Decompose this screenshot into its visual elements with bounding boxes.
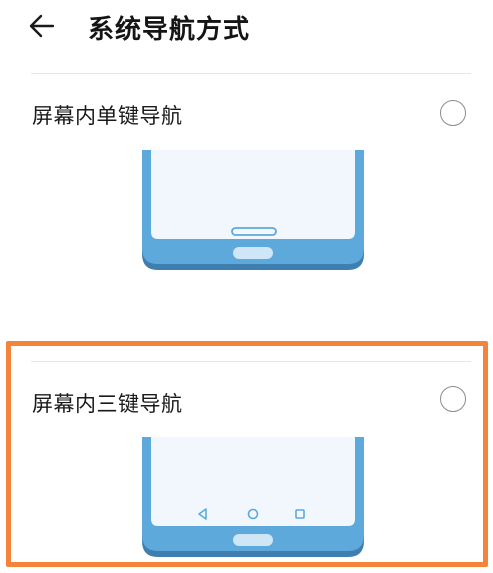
page-title: 系统导航方式: [88, 15, 251, 45]
header: 系统导航方式: [0, 0, 493, 56]
phone-preview-three-key: [142, 437, 364, 561]
home-pill-icon: [233, 247, 273, 259]
radio-button-single-key[interactable]: [440, 100, 466, 126]
arrow-left-icon: [26, 11, 56, 41]
navigation-settings-page: 系统导航方式 屏幕内单键导航 屏幕内三键导航: [0, 0, 493, 573]
option-label: 屏幕内单键导航: [32, 104, 183, 128]
option-label: 屏幕内三键导航: [32, 392, 183, 416]
option-three-key-navigation[interactable]: 屏幕内三键导航: [0, 362, 493, 562]
home-pill-icon: [233, 534, 273, 546]
phone-preview-single-key: [142, 150, 364, 274]
radio-button-three-key[interactable]: [440, 386, 466, 412]
option-single-key-navigation[interactable]: 屏幕内单键导航: [0, 74, 493, 274]
back-button[interactable]: [26, 10, 66, 42]
